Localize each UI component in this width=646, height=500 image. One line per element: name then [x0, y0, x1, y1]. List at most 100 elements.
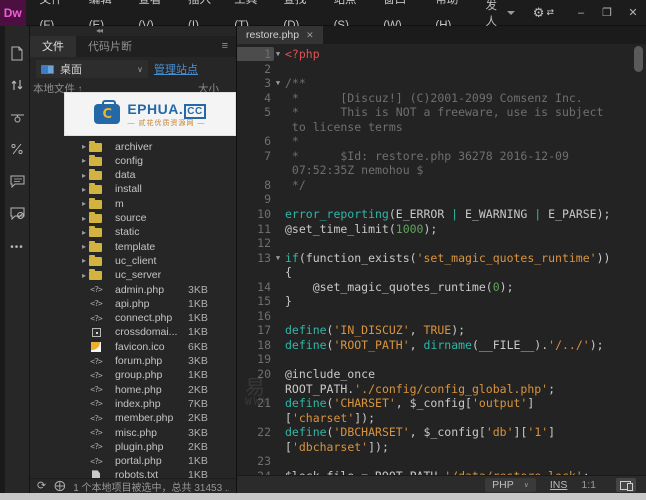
code-line[interactable]: ['charset']);: [237, 411, 646, 426]
expand-arrow-icon[interactable]: ▸: [79, 228, 89, 237]
open-documents-icon[interactable]: [7, 44, 27, 62]
insert-mode-indicator[interactable]: INS: [550, 479, 568, 491]
tree-file-row[interactable]: <?>connect.php1KB: [30, 311, 236, 325]
code-line[interactable]: 4 * [Discuz!] (C)2001-2099 Comsenz Inc.: [237, 91, 646, 106]
code-line[interactable]: 17define('IN_DISCUZ', TRUE);: [237, 323, 646, 338]
code-line[interactable]: 5 * This is NOT a freeware, use is subje…: [237, 105, 646, 120]
code-line[interactable]: 18define('ROOT_PATH', dirname(__FILE__).…: [237, 338, 646, 353]
code-line[interactable]: 19: [237, 352, 646, 367]
code-line[interactable]: 22define('DBCHARSET', $_config['db']['1'…: [237, 425, 646, 440]
code-line[interactable]: 10error_reporting(E_ERROR | E_WARNING | …: [237, 207, 646, 222]
expand-arrow-icon[interactable]: ▸: [79, 156, 89, 165]
code-line[interactable]: 11@set_time_limit(1000);: [237, 222, 646, 237]
tree-file-row[interactable]: robots.txt1KB: [30, 468, 236, 478]
tree-file-row[interactable]: <?>index.php7KB: [30, 397, 236, 411]
tree-folder-row[interactable]: ▸static: [30, 225, 236, 239]
tree-file-row[interactable]: <?>group.php1KB: [30, 368, 236, 382]
code-line[interactable]: 20@include_once: [237, 367, 646, 382]
tree-folder-row[interactable]: ▸install: [30, 182, 236, 196]
panel-tab-files[interactable]: 文件: [30, 36, 76, 57]
expand-arrow-icon[interactable]: ▸: [79, 242, 89, 251]
expand-arrow-icon[interactable]: ▸: [79, 271, 89, 280]
code-line[interactable]: 16: [237, 309, 646, 324]
code-line[interactable]: 1▼<?php: [237, 47, 646, 62]
tree-folder-row[interactable]: ▸uc_server: [30, 268, 236, 282]
expand-arrow-icon[interactable]: ▸: [79, 214, 89, 223]
code-line[interactable]: 15}: [237, 294, 646, 309]
tree-file-row[interactable]: favicon.ico6KB: [30, 340, 236, 354]
fold-gutter: [271, 469, 285, 475]
tree-file-row[interactable]: crossdomai...1KB: [30, 325, 236, 339]
code-line[interactable]: 24$lock_file = ROOT_PATH.'/data/restore.…: [237, 469, 646, 475]
tree-file-row[interactable]: <?>api.php1KB: [30, 297, 236, 311]
manage-sites-link[interactable]: 管理站点: [154, 61, 198, 77]
maximize-button[interactable]: ❐: [594, 0, 620, 26]
code-line[interactable]: 9: [237, 192, 646, 207]
code-line[interactable]: 23: [237, 454, 646, 469]
language-mode-dropdown[interactable]: PHP ∨: [485, 478, 536, 492]
code-line[interactable]: 3▼/**: [237, 76, 646, 91]
code-line[interactable]: 12: [237, 236, 646, 251]
line-number: [237, 382, 271, 397]
code-text: ROOT_PATH.'./config/config_global.php';: [285, 382, 646, 397]
scrollbar-thumb[interactable]: [634, 46, 643, 72]
expand-arrow-icon[interactable]: ▸: [79, 185, 89, 194]
get-files-globe-icon[interactable]: ⨁: [54, 481, 65, 491]
fold-arrow-icon[interactable]: ▼: [271, 251, 285, 266]
close-icon[interactable]: ✕: [306, 30, 314, 41]
more-ellipsis-icon[interactable]: •••: [10, 242, 24, 253]
tree-file-row[interactable]: <?>portal.php1KB: [30, 454, 236, 468]
tree-folder-row[interactable]: ▸source: [30, 211, 236, 225]
code-text: /**: [285, 76, 646, 91]
tree-file-row[interactable]: <?>plugin.php2KB: [30, 440, 236, 454]
comment-icon[interactable]: [7, 172, 27, 190]
code-line[interactable]: ROOT_PATH.'./config/config_global.php';: [237, 382, 646, 397]
expand-arrow-icon[interactable]: ▸: [79, 142, 89, 151]
tree-folder-row[interactable]: ▸data: [30, 168, 236, 182]
code-line[interactable]: {: [237, 265, 646, 280]
tree-file-row[interactable]: <?>admin.php3KB: [30, 282, 236, 296]
tree-folder-row[interactable]: ▸m: [30, 197, 236, 211]
code-line[interactable]: 2: [237, 62, 646, 77]
panel-menu-icon[interactable]: ≡: [222, 36, 236, 57]
image-file-icon: [91, 342, 101, 352]
tree-folder-row[interactable]: ▸config: [30, 154, 236, 168]
minimize-button[interactable]: –: [568, 0, 594, 26]
code-text: * This is NOT a freeware, use is subject: [285, 105, 646, 120]
device-preview-icon[interactable]: [616, 478, 636, 492]
expand-arrow-icon[interactable]: ▸: [79, 171, 89, 180]
tree-file-row[interactable]: <?>home.php2KB: [30, 383, 236, 397]
code-view[interactable]: 易 WWW 1▼<?php23▼/**4 * [Discuz!] (C)2001…: [237, 44, 646, 475]
close-button[interactable]: ✕: [620, 0, 646, 26]
code-line[interactable]: 6 *: [237, 134, 646, 149]
tree-folder-row[interactable]: ▸template: [30, 240, 236, 254]
code-line[interactable]: 7 * $Id: restore.php 36278 2016-12-09: [237, 149, 646, 164]
code-line[interactable]: 07:52:35Z nemohou $: [237, 163, 646, 178]
sync-arrows-icon: ⇄: [546, 7, 554, 18]
expand-arrow-icon[interactable]: ▸: [79, 199, 89, 208]
code-line[interactable]: to license terms: [237, 120, 646, 135]
tree-file-row[interactable]: <?>forum.php3KB: [30, 354, 236, 368]
code-line[interactable]: 8 */: [237, 178, 646, 193]
expand-arrow-icon[interactable]: ▸: [79, 256, 89, 265]
tree-file-row[interactable]: <?>member.php2KB: [30, 411, 236, 425]
tab-restore-php[interactable]: restore.php ✕: [237, 26, 323, 44]
code-line[interactable]: 21define('CHARSET', $_config['output']: [237, 396, 646, 411]
panel-collapse-icon[interactable]: ◂◂: [30, 26, 236, 36]
tree-folder-row[interactable]: ▸uc_client: [30, 254, 236, 268]
tree-file-row[interactable]: <?>misc.php3KB: [30, 425, 236, 439]
remove-comment-icon[interactable]: [7, 204, 27, 222]
site-selector-dropdown[interactable]: 桌面 ∨: [36, 60, 148, 78]
sync-settings-button[interactable]: ⚙ ⇄: [533, 5, 554, 21]
code-line[interactable]: 13▼if(function_exists('set_magic_quotes_…: [237, 251, 646, 266]
tree-folder-row[interactable]: ▸archiver: [30, 139, 236, 153]
code-line[interactable]: 14 @set_magic_quotes_runtime(0);: [237, 280, 646, 295]
panel-tab-snippets[interactable]: 代码片断: [76, 36, 144, 57]
code-line[interactable]: ['dbcharset']);: [237, 440, 646, 455]
fold-arrow-icon[interactable]: ▼: [271, 76, 285, 91]
fold-gutter: [271, 323, 285, 338]
refresh-icon[interactable]: ⟳: [37, 481, 46, 491]
insert-point-icon[interactable]: [7, 108, 27, 126]
file-management-icon[interactable]: [7, 76, 27, 94]
code-link-icon[interactable]: [7, 140, 27, 158]
